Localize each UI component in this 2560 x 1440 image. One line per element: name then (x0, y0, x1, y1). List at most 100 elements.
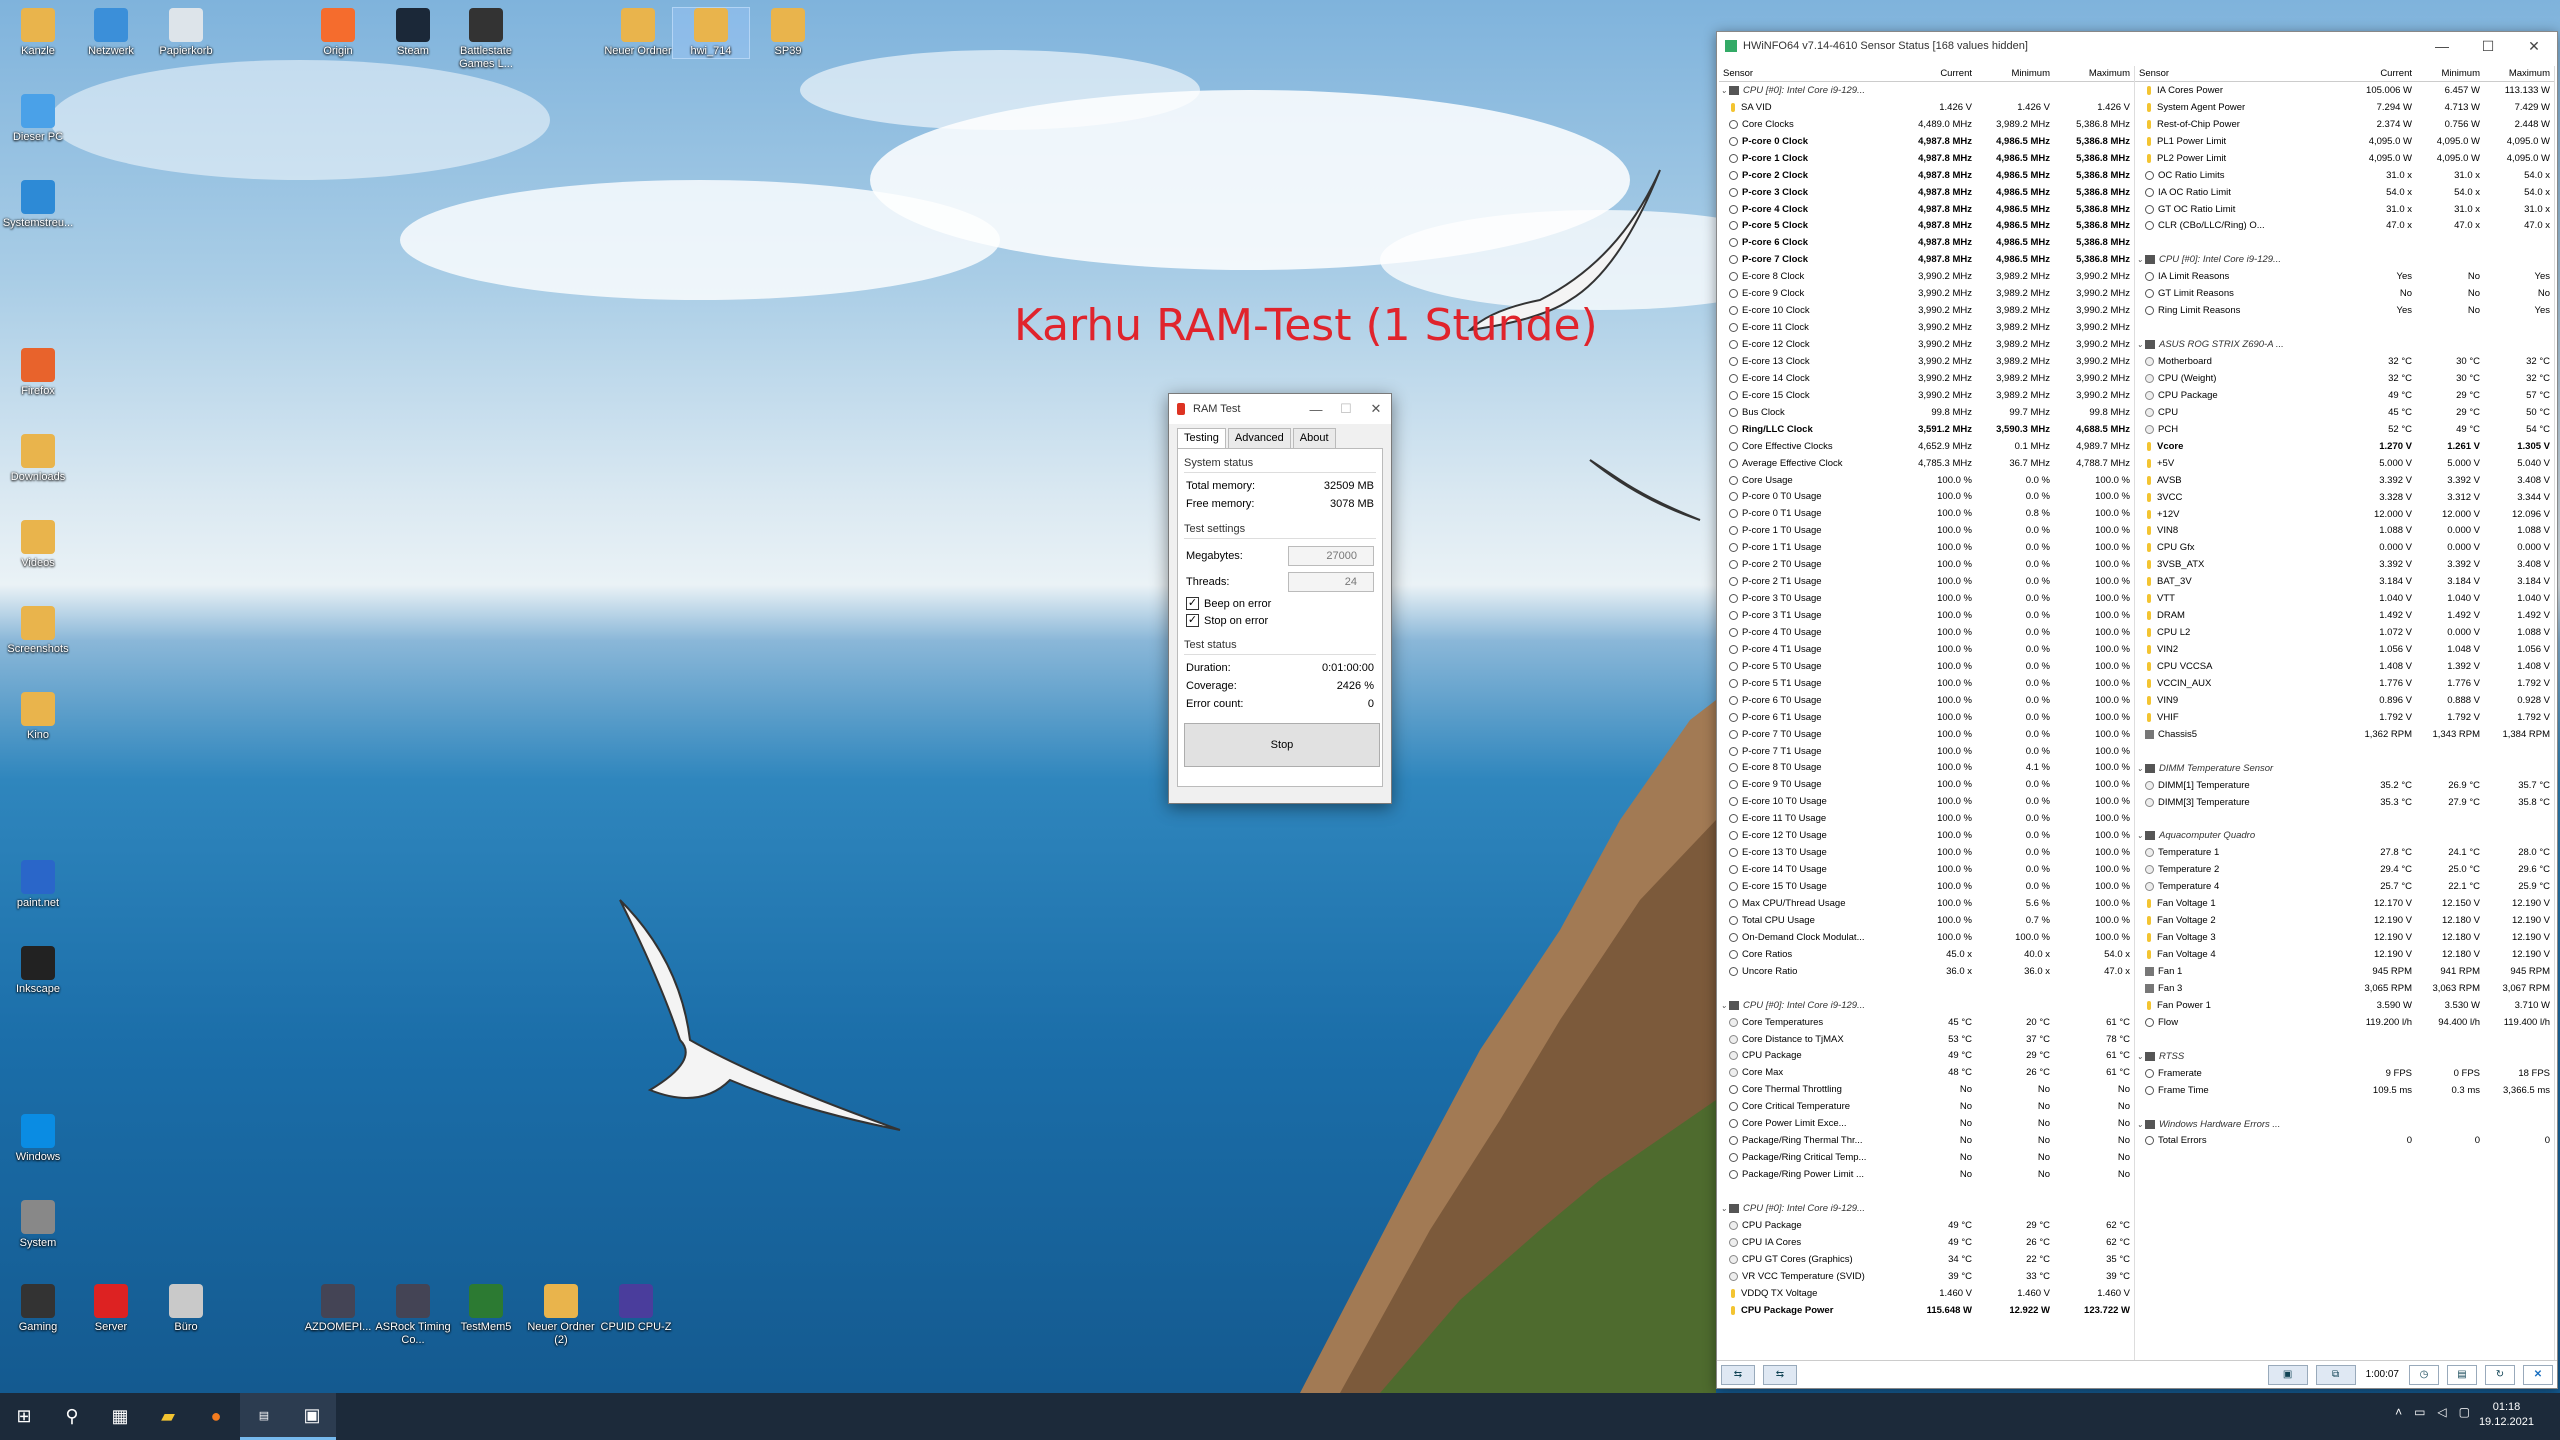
sensor-row[interactable]: P-core 0 Clock 4,987.8 MHz 4,986.5 MHz 5,38… (1719, 133, 2134, 150)
sensor-group-header[interactable]: ⌄ CPU [#0]: Intel Core i9-129... (1719, 1200, 2134, 1217)
desktop-icon-netzwerk[interactable]: Netzwerk (73, 8, 149, 58)
desktop-icon-system[interactable]: System (0, 1200, 76, 1250)
sensor-row[interactable]: Core Critical Temperature No No No (1719, 1098, 2134, 1115)
desktop-icon-steam[interactable]: Steam (375, 8, 451, 58)
expand-chevron-icon[interactable]: ⌄ (1719, 1204, 1729, 1213)
tab-testing[interactable]: Testing (1177, 428, 1226, 448)
sensor-row[interactable]: VDDQ TX Voltage 1.460 V 1.460 V 1.460 V (1719, 1285, 2134, 1302)
sensor-row[interactable]: DIMM[3] Temperature 35.3 °C 27.9 °C 35.8 °C (2135, 794, 2554, 811)
sensor-row[interactable]: P-core 5 T0 Usage 100.0 % 0.0 % 100.0 % (1719, 658, 2134, 675)
sensor-row[interactable]: P-core 2 T1 Usage 100.0 % 0.0 % 100.0 % (1719, 573, 2134, 590)
hwinfo-titlebar[interactable]: HWiNFO64 v7.14-4610 Sensor Status [168 v… (1717, 32, 2557, 60)
expand-chevron-icon[interactable]: ⌄ (1719, 86, 1729, 95)
sensor-row[interactable]: Core Power Limit Exce... No No No (1719, 1115, 2134, 1132)
sensor-row[interactable]: P-core 5 T1 Usage 100.0 % 0.0 % 100.0 % (1719, 675, 2134, 692)
sensor-row[interactable]: PCH 52 °C 49 °C 54 °C (2135, 421, 2554, 438)
sensor-row[interactable]: Fan Voltage 3 12.190 V 12.180 V 12.190 V (2135, 929, 2554, 946)
file-explorer-icon[interactable]: ▰ (144, 1393, 192, 1440)
desktop-icon-azdomepi[interactable]: AZDOMEPI... (300, 1284, 376, 1334)
sensor-row[interactable]: Fan 1 945 RPM 941 RPM 945 RPM (2135, 963, 2554, 980)
sensor-row[interactable]: Fan Voltage 1 12.170 V 12.150 V 12.190 V (2135, 895, 2554, 912)
reset-icon[interactable]: ↻ (2485, 1364, 2515, 1385)
sensor-row[interactable]: E-core 9 Clock 3,990.2 MHz 3,989.2 MHz 3,99… (1719, 285, 2134, 302)
maximize-icon[interactable]: ☐ (1331, 401, 1361, 417)
desktop-icon-sp39[interactable]: SP39 (750, 8, 826, 58)
ramtest-titlebar[interactable]: RAM Test — ☐ ✕ (1169, 394, 1391, 424)
desktop-icon-hwi[interactable]: hwi_714 (672, 7, 750, 59)
desktop-icon-origin[interactable]: Origin (300, 8, 376, 58)
sensor-pane-right[interactable]: Sensor Current Minimum Maximum IA Cores … (2135, 66, 2555, 1362)
network-icon[interactable]: ▭ (2414, 1405, 2425, 1419)
windows-start-icon[interactable]: ⊞ (0, 1393, 48, 1440)
firefox-icon[interactable]: ● (192, 1393, 240, 1440)
sensor-row[interactable]: PL1 Power Limit 4,095.0 W 4,095.0 W 4,095.0… (2135, 133, 2554, 150)
sensor-row[interactable]: Core Ratios 45.0 x 40.0 x 54.0 x (1719, 946, 2134, 963)
hwinfo-taskbar-icon[interactable]: ▤ (240, 1393, 288, 1440)
sensor-row[interactable]: E-core 15 T0 Usage 100.0 % 0.0 % 100.0 % (1719, 878, 2134, 895)
col-maximum[interactable]: Maximum (2484, 68, 2554, 79)
sensor-row[interactable]: VHIF 1.792 V 1.792 V 1.792 V (2135, 709, 2554, 726)
col-minimum[interactable]: Minimum (1976, 68, 2054, 79)
desktop-icon-screenshots[interactable]: Screenshots (0, 606, 76, 656)
expand-chevron-icon[interactable]: ⌄ (2135, 1120, 2145, 1129)
sensor-row[interactable]: AVSB 3.392 V 3.392 V 3.408 V (2135, 472, 2554, 489)
sensor-row[interactable]: E-core 15 Clock 3,990.2 MHz 3,989.2 MHz 3,9… (1719, 387, 2134, 404)
sensor-row[interactable]: CPU Package 49 °C 29 °C 62 °C (1719, 1217, 2134, 1234)
col-maximum[interactable]: Maximum (2054, 68, 2134, 79)
search-icon[interactable]: ⚲ (48, 1393, 96, 1440)
network-icon[interactable]: ▣ (2267, 1364, 2308, 1385)
desktop-icon-kino[interactable]: Kino (0, 692, 76, 742)
sensor-row[interactable]: Total CPU Usage 100.0 % 0.7 % 100.0 % (1719, 912, 2134, 929)
sensor-row[interactable]: E-core 11 Clock 3,990.2 MHz 3,989.2 MHz 3,9… (1719, 319, 2134, 336)
sensor-row[interactable]: Motherboard 32 °C 30 °C 32 °C (2135, 353, 2554, 370)
sensor-row[interactable]: Ring/LLC Clock 3,591.2 MHz 3,590.3 MHz 4,68… (1719, 421, 2134, 438)
desktop-icon-cpuz[interactable]: CPUID CPU-Z (598, 1284, 674, 1334)
desktop-icon-gaming[interactable]: Gaming (0, 1284, 76, 1334)
sensor-row[interactable]: Framerate 9 FPS 0 FPS 18 FPS (2135, 1065, 2554, 1082)
sensor-row[interactable]: P-core 5 Clock 4,987.8 MHz 4,986.5 MHz 5,38… (1719, 218, 2134, 235)
expand-chevron-icon[interactable]: ⌄ (1719, 1001, 1729, 1010)
sensor-row[interactable]: Core Max 48 °C 26 °C 61 °C (1719, 1064, 2134, 1081)
sensor-row[interactable]: Temperature 1 27.8 °C 24.1 °C 28.0 °C (2135, 844, 2554, 861)
sensor-row[interactable]: CLR (CBo/LLC/Ring) O... 47.0 x 47.0 x 47.0 … (2135, 218, 2554, 235)
desktop-icon-firefox[interactable]: Firefox (0, 348, 76, 398)
beep-on-error-checkbox[interactable]: ✓ (1186, 597, 1199, 610)
sensor-row[interactable]: DRAM 1.492 V 1.492 V 1.492 V (2135, 607, 2554, 624)
sensor-row[interactable]: P-core 7 T1 Usage 100.0 % 0.0 % 100.0 % (1719, 743, 2134, 760)
sensor-row[interactable]: Core Usage 100.0 % 0.0 % 100.0 % (1719, 472, 2134, 489)
sensor-group-header[interactable]: ⌄ CPU [#0]: Intel Core i9-129... (1719, 997, 2134, 1014)
sensor-row[interactable]: P-core 3 T0 Usage 100.0 % 0.0 % 100.0 % (1719, 590, 2134, 607)
chevron-up-icon[interactable]: ˄ (2395, 1405, 2402, 1419)
desktop-icon-dieser-pc[interactable]: Dieser PC (0, 94, 76, 144)
sensor-row[interactable]: PL2 Power Limit 4,095.0 W 4,095.0 W 4,095.0… (2135, 150, 2554, 167)
sensor-row[interactable]: Core Distance to TjMAX 53 °C 37 °C 78 °C (1719, 1031, 2134, 1048)
sensor-row[interactable]: BAT_3V 3.184 V 3.184 V 3.184 V (2135, 573, 2554, 590)
sensor-group-header[interactable]: ⌄ Aquacomputer Quadro (2135, 828, 2554, 845)
sensor-row[interactable]: P-core 4 T0 Usage 100.0 % 0.0 % 100.0 % (1719, 624, 2134, 641)
sensor-row[interactable]: P-core 1 T1 Usage 100.0 % 0.0 % 100.0 % (1719, 539, 2134, 556)
close-icon[interactable]: ✕ (1361, 401, 1391, 417)
sensor-row[interactable]: GT OC Ratio Limit 31.0 x 31.0 x 31.0 x (2135, 201, 2554, 218)
sensor-row[interactable]: P-core 7 T0 Usage 100.0 % 0.0 % 100.0 % (1719, 726, 2134, 743)
sensor-row[interactable]: VCCIN_AUX 1.776 V 1.776 V 1.792 V (2135, 675, 2554, 692)
sensor-row[interactable]: Fan Power 1 3.590 W 3.530 W 3.710 W (2135, 997, 2554, 1014)
sensor-row[interactable]: CPU Package 49 °C 29 °C 57 °C (2135, 387, 2554, 404)
sensor-row[interactable]: P-core 7 Clock 4,987.8 MHz 4,986.5 MHz 5,38… (1719, 251, 2134, 268)
sensor-row[interactable]: +5V 5.000 V 5.000 V 5.040 V (2135, 455, 2554, 472)
sensor-row[interactable]: 3VSB_ATX 3.392 V 3.392 V 3.408 V (2135, 556, 2554, 573)
close-sensors-icon[interactable]: ✕ (2523, 1364, 2553, 1385)
sensor-pane-left[interactable]: Sensor Current Minimum Maximum ⌄ CPU [#0]… (1719, 66, 2135, 1362)
layout-icon[interactable]: ⧉ (2315, 1364, 2356, 1385)
sensor-row[interactable]: VTT 1.040 V 1.040 V 1.040 V (2135, 590, 2554, 607)
sensor-group-header[interactable]: ⌄ DIMM Temperature Sensor (2135, 760, 2554, 777)
sensor-row[interactable]: CPU (Weight) 32 °C 30 °C 32 °C (2135, 370, 2554, 387)
ramtest-taskbar-icon[interactable]: ▣ (288, 1393, 336, 1440)
sensor-row[interactable]: Fan Voltage 2 12.190 V 12.180 V 12.190 V (2135, 912, 2554, 929)
sensor-row[interactable]: P-core 6 Clock 4,987.8 MHz 4,986.5 MHz 5,38… (1719, 234, 2134, 251)
navigate-arrows-icon[interactable]: ⇆ (1763, 1364, 1797, 1385)
desktop-icon-server[interactable]: Server (73, 1284, 149, 1334)
sensor-row[interactable]: Package/Ring Power Limit ... No No No (1719, 1166, 2134, 1183)
sensor-row[interactable]: Chassis5 1,362 RPM 1,343 RPM 1,384 RPM (2135, 726, 2554, 743)
sensor-group-header[interactable]: ⌄ CPU [#0]: Intel Core i9-129... (2135, 251, 2554, 268)
clock-icon[interactable]: ◷ (2409, 1364, 2439, 1385)
